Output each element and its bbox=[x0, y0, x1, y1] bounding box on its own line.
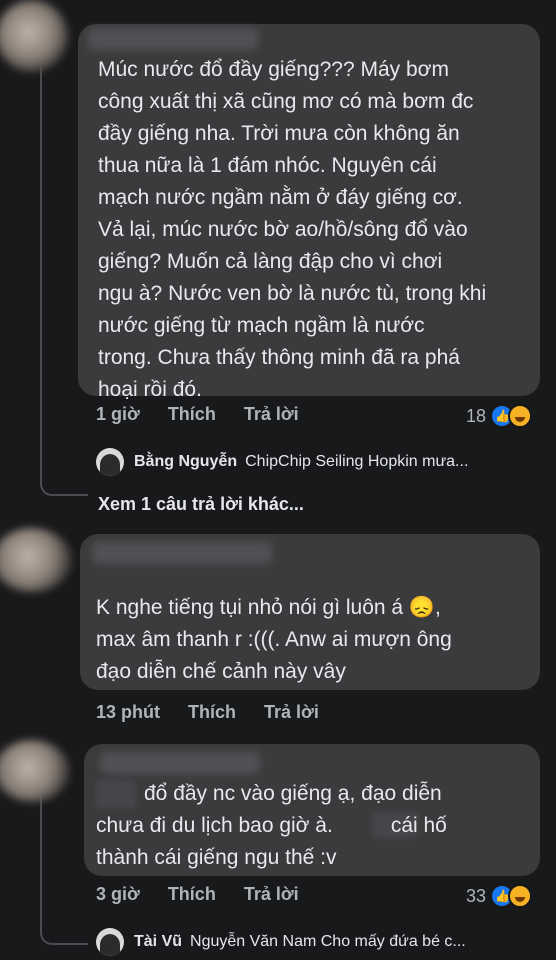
thread-hook bbox=[40, 925, 88, 945]
thread-hook bbox=[40, 470, 88, 496]
view-more-replies-link[interactable]: Xem 1 câu trả lời khác... bbox=[98, 494, 304, 515]
comment-text: đổ đầy nc vào giếng ạ, đạo diễn chưa đi … bbox=[96, 778, 447, 874]
reply-button[interactable]: Trả lời bbox=[244, 884, 299, 905]
comment-line: đạo diễn chế cảnh này vây bbox=[96, 660, 346, 683]
avatar[interactable] bbox=[0, 0, 68, 72]
comment-line: Múc nước đổ đầy giếng??? Máy bơm bbox=[98, 58, 449, 81]
comment-line: Vả lại, múc nước bờ ao/hồ/sông đổ vào bbox=[98, 218, 468, 241]
haha-reaction-icon bbox=[508, 404, 533, 428]
reply-text: ChipChip Seiling Hopkin mưa... bbox=[245, 453, 469, 470]
blurred-author-name bbox=[92, 542, 272, 564]
reaction-summary[interactable]: 18 bbox=[466, 404, 533, 428]
comment-line-segment: chưa đi du lịch bao giờ à. bbox=[96, 814, 333, 837]
reaction-count: 18 bbox=[466, 405, 487, 426]
reply-button[interactable]: Trả lời bbox=[264, 702, 319, 723]
comment-line: nước giếng từ mạch ngầm là nước bbox=[98, 314, 425, 337]
comment-line: hoại rồi đó. bbox=[98, 378, 202, 401]
comment-line: giếng? Muốn cả làng đập cho vì chơi bbox=[98, 250, 443, 273]
comment-line: ngu à? Nước ven bờ là nước tù, trong khi bbox=[98, 282, 487, 305]
avatar bbox=[96, 928, 124, 956]
comment-line: thua nữa là 1 đám nhóc. Nguyên cái bbox=[98, 154, 437, 177]
comment-time[interactable]: 1 giờ bbox=[96, 404, 140, 425]
comment-time[interactable]: 13 phút bbox=[96, 702, 160, 723]
blurred-author-name bbox=[88, 28, 258, 50]
comment-line: max âm thanh r :(((. Anw ai mượn ông bbox=[96, 628, 452, 651]
comment-line: đầy giếng nha. Trời mưa còn không ăn bbox=[98, 122, 460, 145]
reply-author[interactable]: Bằng Nguyễn bbox=[134, 453, 237, 471]
like-button[interactable]: Thích bbox=[168, 404, 216, 425]
haha-reaction-icon bbox=[508, 884, 533, 908]
reply-text: Nguyễn Văn Nam Cho mấy đứa bé c... bbox=[190, 933, 466, 950]
reaction-summary[interactable]: 33 bbox=[466, 884, 533, 908]
comment-actions: 3 giờ Thích Trả lời bbox=[96, 884, 327, 905]
comment-actions: 13 phút Thích Trả lời bbox=[96, 702, 347, 723]
comment-text: K nghe tiếng tụi nhỏ nói gì luôn á 😞, ma… bbox=[96, 592, 452, 688]
like-button[interactable]: Thích bbox=[168, 884, 216, 905]
reply-preview[interactable]: Bằng Nguyễn ChipChip Seiling Hopkin mưa.… bbox=[96, 448, 468, 476]
blurred-author-name bbox=[100, 752, 260, 774]
comment-line-segment: cái hố bbox=[390, 814, 447, 837]
reply-author[interactable]: Tài Vũ bbox=[134, 933, 182, 951]
reply-preview[interactable]: Tài Vũ Nguyễn Văn Nam Cho mấy đứa bé c..… bbox=[96, 928, 466, 956]
comment-text: Múc nước đổ đầy giếng??? Máy bơm công xu… bbox=[98, 54, 486, 406]
comment-time[interactable]: 3 giờ bbox=[96, 884, 140, 905]
thread-line bbox=[40, 790, 42, 930]
avatar bbox=[96, 448, 124, 476]
comment-line: công xuất thị xã cũng mơ có mà bơm đc bbox=[98, 90, 474, 113]
comment-line: mạch nước ngầm nằm ở đáy giếng cơ. bbox=[98, 186, 463, 209]
avatar[interactable] bbox=[0, 528, 72, 592]
comment-line: trong. Chưa thấy thông minh đã ra phá bbox=[98, 346, 460, 369]
comment-actions: 1 giờ Thích Trả lời bbox=[96, 404, 327, 425]
comment-line: K nghe tiếng tụi nhỏ nói gì luôn á 😞, bbox=[96, 596, 441, 619]
like-button[interactable]: Thích bbox=[188, 702, 236, 723]
thread-line bbox=[40, 60, 42, 470]
comment-line: thành cái giếng ngu thế :v bbox=[96, 846, 337, 869]
comment-line: chưa đi du lịch bao giờ à. cái hố bbox=[96, 810, 447, 842]
avatar[interactable] bbox=[0, 740, 70, 802]
reply-button[interactable]: Trả lời bbox=[244, 404, 299, 425]
reaction-count: 33 bbox=[466, 885, 487, 906]
comment-line: đổ đầy nc vào giếng ạ, đạo diễn bbox=[144, 782, 442, 805]
